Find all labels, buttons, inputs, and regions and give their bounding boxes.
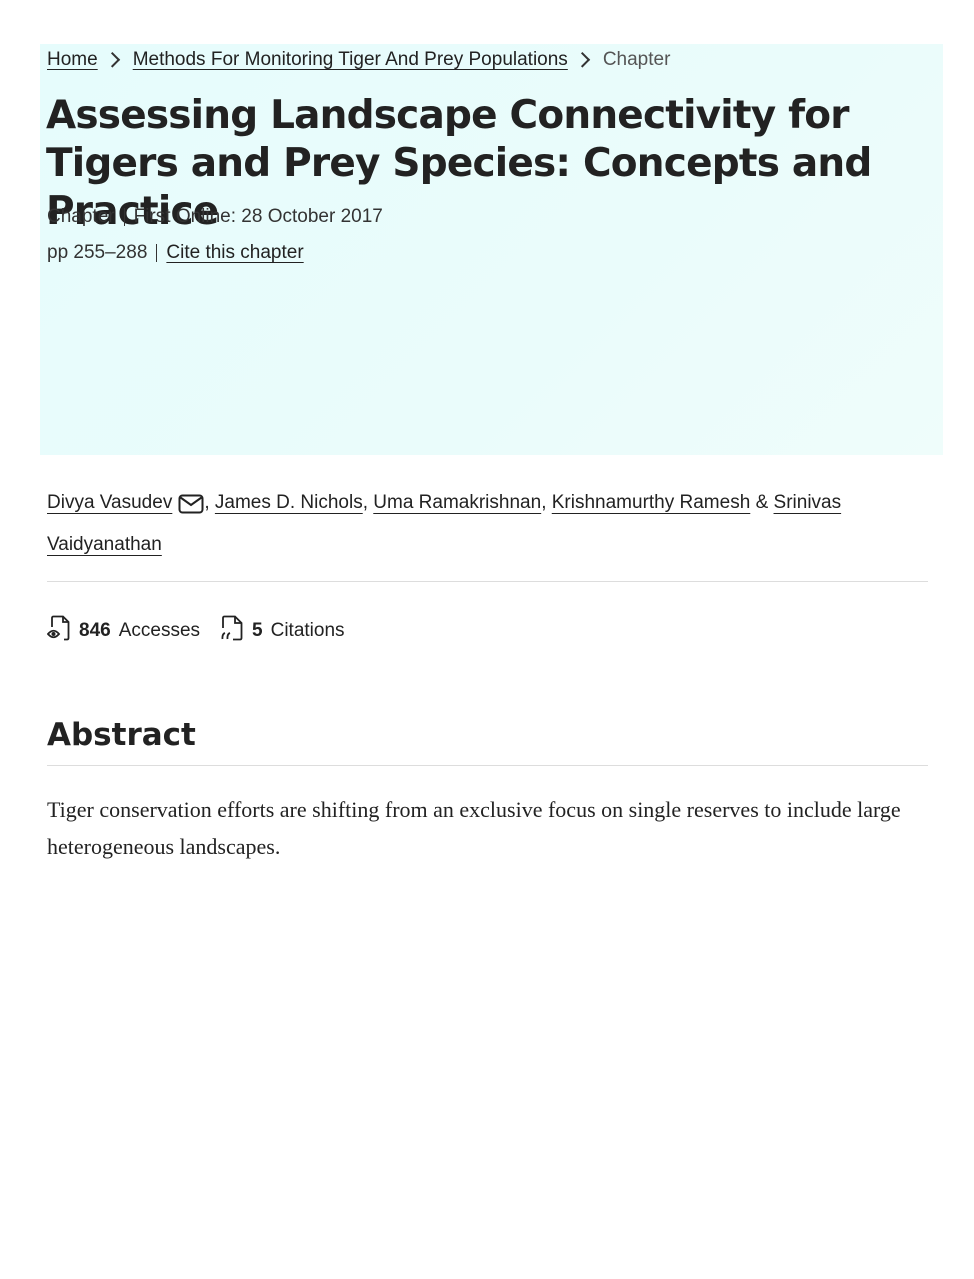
accesses-metric: 846 Accesses <box>46 615 201 647</box>
breadcrumb: Home Methods For Monitoring Tiger And Pr… <box>47 47 670 73</box>
eye-document-icon <box>46 615 79 647</box>
section-divider <box>47 765 928 766</box>
first-online-date: First Online: 28 October 2017 <box>133 206 383 227</box>
citations-count: 5 <box>252 620 263 641</box>
mail-icon[interactable] <box>178 491 204 527</box>
author-separator: , <box>541 492 547 513</box>
author-separator: , <box>362 492 368 513</box>
citations-metric: 5 Citations <box>220 615 345 647</box>
accesses-count: 846 <box>79 620 111 641</box>
section-divider <box>47 581 928 582</box>
author-link[interactable]: Divya Vasudev <box>47 492 172 513</box>
chevron-right-icon <box>574 51 590 68</box>
breadcrumb-book-link[interactable]: Methods For Monitoring Tiger And Prey Po… <box>133 49 568 71</box>
citations-label: Citations <box>270 620 345 641</box>
abstract-heading: Abstract <box>47 717 196 753</box>
chapter-pages-line: pp 255–288 Cite this chapter <box>47 242 304 264</box>
author-link[interactable]: Krishnamurthy Ramesh <box>552 492 751 513</box>
page-range: pp 255–288 <box>47 242 148 263</box>
author-separator: , <box>204 492 210 513</box>
quote-document-icon <box>220 615 252 647</box>
meta-separator <box>123 208 125 226</box>
article-metrics: 846 Accesses 5 Citations <box>46 614 365 648</box>
content-type: Chapter <box>47 206 115 227</box>
author-separator: & <box>755 492 769 513</box>
accesses-label: Accesses <box>118 620 201 641</box>
abstract-text: Tiger conservation efforts are shifting … <box>47 797 901 859</box>
cite-this-chapter-link[interactable]: Cite this chapter <box>166 242 303 264</box>
breadcrumb-home-link[interactable]: Home <box>47 49 98 71</box>
author-link[interactable]: James D. Nichols <box>215 492 363 513</box>
author-link[interactable]: Uma Ramakrishnan <box>373 492 541 513</box>
chevron-right-icon <box>104 51 120 68</box>
meta-separator <box>156 244 158 262</box>
breadcrumb-current: Chapter <box>602 49 671 70</box>
author-list: Divya Vasudev, James D. Nichols, Uma Ram… <box>47 485 927 563</box>
chapter-meta-line: Chapter First Online: 28 October 2017 <box>47 206 383 228</box>
